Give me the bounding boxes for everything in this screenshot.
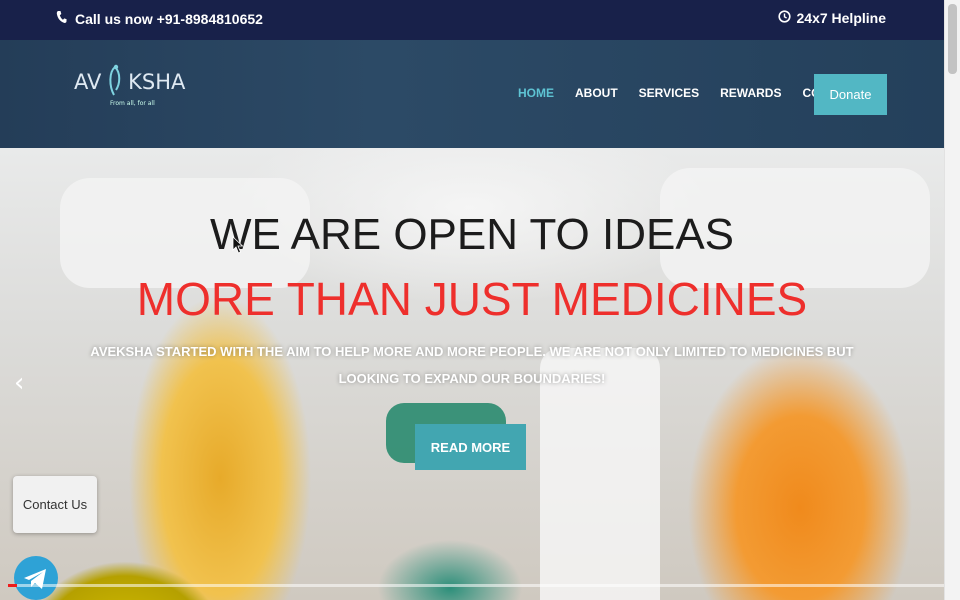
nav-services[interactable]: SERVICES [639,86,699,100]
page-scrollbar[interactable] [944,0,960,600]
page-viewport: Call us now +91-8984810652 24x7 Helpline… [0,0,944,600]
helpline-link[interactable]: 24x7 Helpline [777,10,887,26]
video-progress-fill [8,584,18,587]
clock-icon [777,10,791,26]
scrollbar-thumb[interactable] [948,4,957,74]
mouse-cursor-icon [232,236,244,254]
slider-prev-arrow-icon[interactable]: ‹ [14,368,24,398]
helpline-text: 24x7 Helpline [796,10,887,26]
logo-tagline: From all, for all [110,100,155,107]
main-navbar: AV KSHA From all, for all HOME ABOUT SER… [0,40,944,148]
hero-subheadline: MORE THAN JUST MEDICINES [136,273,808,325]
telegram-icon[interactable] [14,556,58,600]
nav-about[interactable]: ABOUT [575,86,618,100]
hero-slider: WE ARE OPEN TO IDEAS MORE THAN JUST MEDI… [0,148,944,600]
hero-headline: WE ARE OPEN TO IDEAS [209,210,735,259]
call-us-link[interactable]: Call us now +91-8984810652 [56,10,263,27]
top-bar: Call us now +91-8984810652 24x7 Helpline [0,0,944,40]
read-more-button[interactable]: READ MORE [415,424,526,470]
call-us-text: Call us now +91-8984810652 [75,10,263,27]
hero-description: AVEKSHA STARTED WITH THE AIM TO HELP MOR… [90,344,854,386]
logo-figure-icon [109,64,121,96]
contact-us-widget[interactable]: Contact Us [13,476,97,533]
logo-wordmark: AV KSHA [74,70,186,94]
site-logo[interactable]: AV KSHA From all, for all [74,64,186,107]
phone-icon [56,10,67,27]
nav-home[interactable]: HOME [518,86,554,100]
nav-rewards[interactable]: REWARDS [720,86,781,100]
donate-button[interactable]: Donate [814,74,887,115]
video-progress-bar[interactable] [8,584,944,587]
